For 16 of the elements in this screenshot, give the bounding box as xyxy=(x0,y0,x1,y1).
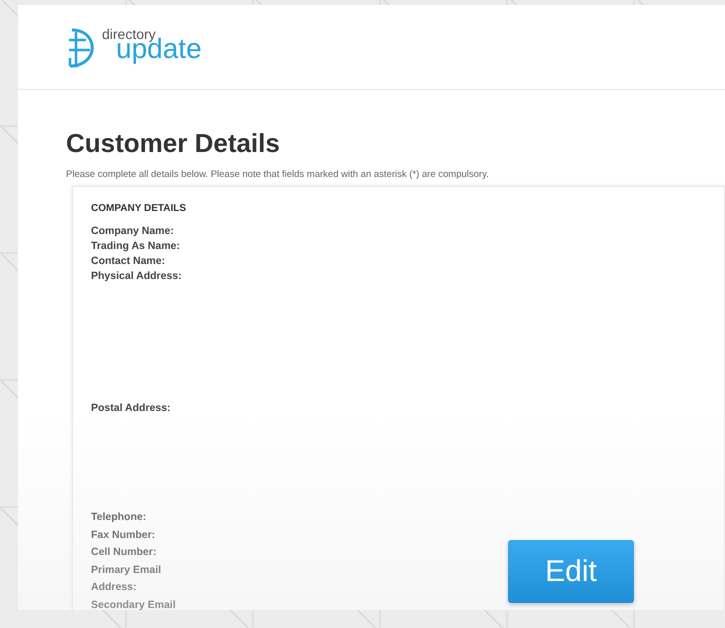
field-label: Primary Email xyxy=(91,562,162,578)
instructions-text: Please complete all details below. Please note that fields marked with an asterisk (*) are compulsory. xyxy=(66,169,490,180)
field-label: Company Name: xyxy=(91,224,174,239)
field-label: Cell Number: xyxy=(91,545,156,560)
section-title: COMPANY DETAILS xyxy=(91,203,188,214)
logo-icon xyxy=(66,26,96,68)
page-heading: Customer Details xyxy=(66,128,281,159)
field-label: Trading As Name: xyxy=(91,239,180,254)
field-label: Secondary Email xyxy=(91,598,176,610)
field-label: Fax Number: xyxy=(91,528,156,542)
field-label: Address: xyxy=(91,580,137,595)
edit-button[interactable]: Edit xyxy=(508,540,634,603)
field-label: Contact Name: xyxy=(91,254,166,269)
field-label: Postal Address: xyxy=(91,401,171,416)
field-label: Telephone: xyxy=(91,510,146,525)
field-label: Physical Address: xyxy=(91,269,182,284)
